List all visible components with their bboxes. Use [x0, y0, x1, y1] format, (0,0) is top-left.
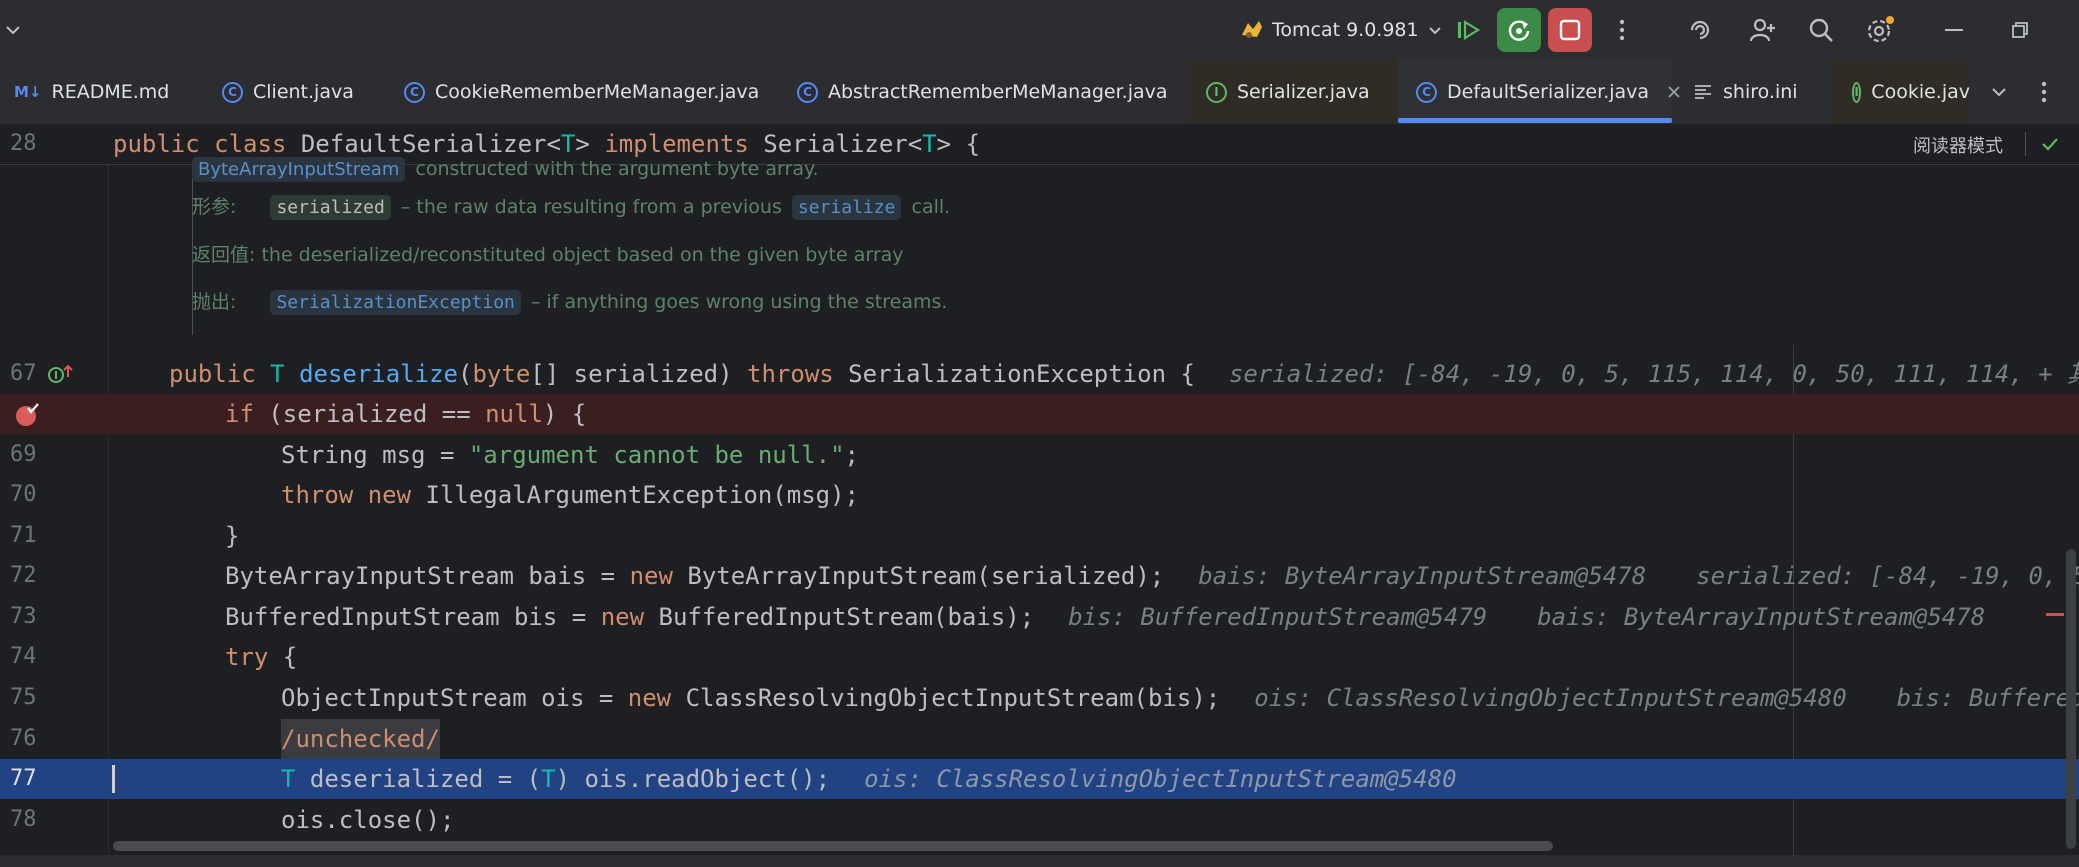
tab-readme[interactable]: M↓ README.md — [14, 60, 169, 124]
class-icon: C — [404, 81, 425, 103]
stop-button[interactable] — [1548, 8, 1592, 52]
line-number: 74 — [10, 644, 37, 669]
line-number: 73 — [10, 604, 37, 629]
interface-icon: I — [1852, 81, 1862, 103]
line-number: 78 — [10, 807, 37, 832]
resume-icon[interactable] — [1452, 12, 1486, 48]
tab-serializer-java[interactable]: I Serializer.java — [1206, 60, 1370, 124]
scroll-marker — [2046, 613, 2064, 616]
line-number: 28 — [10, 131, 37, 156]
code-text: if (serialized == null) { — [225, 400, 587, 428]
code-line-76[interactable]: 76 /unchecked/ — [0, 719, 2079, 759]
code-text: try { — [225, 643, 298, 671]
code-line-72[interactable]: 72 ByteArrayInputStream bais = new ByteA… — [0, 556, 2079, 596]
code-text: ois.close(); — [281, 806, 455, 834]
code-text: ObjectInputStream ois = new ClassResolvi… — [281, 678, 2079, 718]
javadoc-throws: 抛出: SerializationException – if anything… — [192, 290, 948, 315]
line-number: 71 — [10, 523, 37, 548]
code-text: throw new IllegalArgumentException(msg); — [281, 481, 859, 509]
ai-assistant-icon[interactable] — [1682, 12, 1718, 48]
markdown-icon: M↓ — [14, 83, 42, 101]
inline-debug-value: bis: BufferedInp — [1896, 684, 2079, 712]
inline-debug-value: ois: ClassResolvingObjectInputStream@548… — [864, 765, 1457, 793]
code-text: ByteArrayInputStream bais = new ByteArra… — [225, 556, 2079, 596]
code-text: T deserialized = (T) ois.readObject(); oi… — [281, 765, 1457, 793]
tabs-chevron-down-icon[interactable] — [1986, 80, 2012, 104]
run-config-label: Tomcat 9.0.981 — [1272, 19, 1419, 41]
interface-icon: I — [1206, 81, 1227, 103]
inline-debug-value: bais: ByteArrayInputStream@5478 — [1198, 562, 1647, 590]
tab-client-java[interactable]: C Client.java — [222, 60, 354, 124]
class-icon: C — [797, 81, 818, 103]
search-icon[interactable] — [1803, 12, 1839, 48]
class-icon: C — [222, 81, 243, 103]
implements-method-icon[interactable] — [46, 362, 74, 386]
inline-debug-value: bais: ByteArrayInputStream@5478 — [1537, 603, 1986, 631]
bottom-panel-edge — [0, 855, 2079, 867]
tab-cookie-remember-me-manager[interactable]: C CookieRememberMeManager.java — [404, 60, 759, 124]
run-config-selector[interactable]: Tomcat 9.0.981 — [1238, 12, 1447, 48]
inline-debug-value: serialized: [-84, -19, 0, 5, 115, 114, 0… — [1228, 360, 2079, 388]
line-number: 72 — [10, 563, 37, 588]
tab-shiro-ini[interactable]: shiro.ini — [1693, 60, 1798, 124]
debug-rerun-button[interactable] — [1497, 8, 1541, 52]
more-vertical-icon[interactable] — [2034, 78, 2054, 106]
code-text: BufferedInputStream bis = new BufferedIn… — [225, 603, 1986, 631]
more-vertical-icon[interactable] — [1610, 12, 1634, 48]
javadoc-line-0: ByteArrayInputStream constructed with th… — [188, 157, 819, 182]
code-line-67[interactable]: 67 public T deserialize(byte[] serialize… — [0, 354, 2079, 394]
code-line-69[interactable]: 69 String msg = "argument cannot be null… — [0, 435, 2079, 475]
folded-comment[interactable]: /unchecked/ — [281, 719, 440, 759]
horizontal-scrollbar[interactable] — [113, 841, 1553, 851]
inline-debug-value: serialized: [-84, -19, 0, 5, 1 — [1696, 562, 2079, 590]
method-signature: public T deserialize(byte[] serialized) … — [169, 354, 2079, 394]
line-number: 69 — [10, 442, 37, 467]
code-line-68-breakpoint[interactable]: if (serialized == null) { — [0, 394, 2079, 434]
tomcat-icon — [1238, 16, 1266, 44]
tab-default-serializer-java[interactable]: C DefaultSerializer.java — [1416, 60, 1685, 124]
line-number: 76 — [10, 726, 37, 751]
code-line-73[interactable]: 73 BufferedInputStream bis = new Buffere… — [0, 597, 2079, 637]
line-number: 77 — [10, 766, 37, 791]
chevron-down-icon[interactable] — [2, 18, 24, 42]
code-line-71[interactable]: 71 } — [0, 516, 2079, 556]
reader-mode-divider — [2025, 132, 2026, 156]
javadoc-block: ByteArrayInputStream constructed with th… — [110, 157, 2079, 345]
reader-mode-button[interactable]: 阅读器模式 — [1913, 132, 2003, 158]
code-text: String msg = "argument cannot be null."; — [281, 441, 859, 469]
line-number: 70 — [10, 482, 37, 507]
code-line-78[interactable]: 78 ois.close(); — [0, 800, 2079, 840]
restore-window-icon[interactable] — [2002, 12, 2038, 48]
text-cursor — [112, 765, 115, 793]
line-number: 75 — [10, 685, 37, 710]
code-line-70[interactable]: 70 throw new IllegalArgumentException(ms… — [0, 475, 2079, 515]
inline-debug-value: ois: ClassResolvingObjectInputStream@548… — [1254, 684, 1847, 712]
inline-debug-value: bis: BufferedInputStream@5479 — [1068, 603, 1488, 631]
editor-tabs: M↓ README.md C Client.java C CookieRemem… — [0, 60, 2079, 125]
tab-abstract-remember-me-manager[interactable]: C AbstractRememberMeManager.java — [797, 60, 1168, 124]
code-editor[interactable]: 28 public class DefaultSerializer<T> imp… — [0, 124, 2079, 867]
vertical-scrollbar[interactable] — [2066, 549, 2076, 849]
inspection-ok-check-icon[interactable] — [2038, 132, 2062, 156]
text-file-icon — [1693, 82, 1713, 102]
close-icon[interactable] — [1663, 81, 1685, 103]
breakpoint-icon[interactable] — [14, 403, 40, 427]
code-text: } — [225, 522, 240, 550]
code-line-74[interactable]: 74 try { — [0, 637, 2079, 677]
add-user-icon[interactable] — [1744, 12, 1780, 48]
tab-cookie-java[interactable]: I Cookie.jav — [1852, 60, 1970, 124]
title-bar: Tomcat 9.0.981 — [0, 0, 2079, 60]
code-line-75[interactable]: 75 ObjectInputStream ois = new ClassReso… — [0, 678, 2079, 718]
javadoc-return: 返回值: the deserialized/reconstituted obje… — [192, 244, 904, 266]
chevron-down-icon — [1423, 18, 1447, 42]
minimize-icon[interactable] — [1936, 12, 1972, 48]
code-line-77-current-execution[interactable]: 77 T deserialized = (T) ois.readObject()… — [0, 759, 2079, 799]
class-icon: C — [1416, 81, 1437, 103]
settings-gear-icon[interactable] — [1862, 12, 1898, 48]
javadoc-param: 形参: serialized – the raw data resulting … — [192, 195, 951, 220]
